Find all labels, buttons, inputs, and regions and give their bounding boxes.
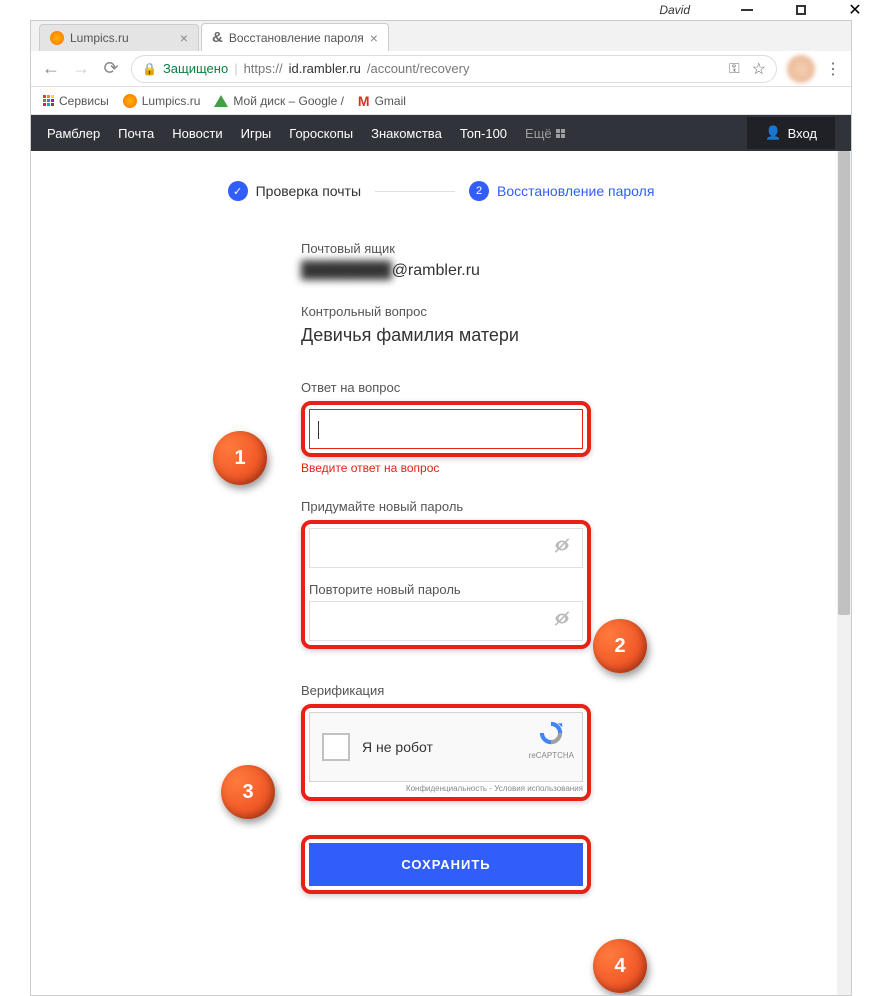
user-icon: 👤: [765, 125, 781, 141]
bookmark-star-icon[interactable]: [752, 59, 766, 79]
answer-error: Введите ответ на вопрос: [301, 461, 591, 475]
back-button[interactable]: ←: [41, 58, 61, 79]
forward-button[interactable]: →: [71, 58, 91, 79]
new-password-input[interactable]: [309, 528, 583, 568]
text-cursor: [318, 421, 319, 439]
lock-icon: 🔒: [142, 62, 157, 76]
login-button[interactable]: 👤 Вход: [747, 117, 835, 149]
url-protocol: https://: [244, 61, 283, 76]
tab-strip: Lumpics.ru × & Восстановление пароля ×: [31, 21, 851, 51]
step-number-icon: 2: [469, 181, 489, 201]
rambler-favicon-icon: &: [212, 29, 223, 46]
captcha-footer: Конфиденциальность - Условия использован…: [309, 784, 583, 793]
browser-menu-button[interactable]: ⋮: [825, 59, 841, 79]
url-bar: ← → ⟳ 🔒 Защищено | https://id.rambler.ru…: [31, 51, 851, 87]
annotation-marker-4: 4: [593, 939, 647, 993]
apps-grid-icon: [43, 95, 54, 106]
key-icon[interactable]: [729, 60, 740, 77]
step-divider: [375, 191, 455, 192]
bookmark-label: Сервисы: [59, 94, 109, 108]
more-grid-icon: [556, 129, 565, 138]
nav-dating[interactable]: Знакомства: [371, 126, 442, 141]
bookmark-drive[interactable]: Мой диск – Google /: [214, 94, 344, 108]
question-label: Контрольный вопрос: [301, 304, 591, 319]
tab-close-icon[interactable]: ×: [370, 30, 378, 46]
bookmarks-bar: Сервисы Lumpics.ru Мой диск – Google / M…: [31, 87, 851, 115]
window-user: David: [659, 3, 690, 17]
eye-off-icon[interactable]: [552, 536, 572, 561]
window-minimize-button[interactable]: [740, 3, 754, 17]
mailbox-label: Почтовый ящик: [301, 241, 591, 256]
nav-games[interactable]: Игры: [241, 126, 272, 141]
lumpics-icon: [123, 94, 137, 108]
nav-more[interactable]: Ещё: [525, 126, 565, 141]
scrollbar-thumb[interactable]: [838, 151, 850, 615]
window-titlebar: David ✕: [0, 0, 882, 20]
reload-button[interactable]: ⟳: [101, 58, 121, 79]
answer-label: Ответ на вопрос: [301, 380, 591, 395]
lumpics-favicon-icon: [50, 31, 64, 45]
tab-title: Восстановление пароля: [229, 31, 364, 45]
profile-avatar[interactable]: [787, 55, 815, 83]
highlight-box-1: [301, 401, 591, 457]
progress-steps: ✓ Проверка почты 2 Восстановление пароля: [31, 181, 851, 201]
secure-label: Защищено: [163, 61, 228, 76]
question-value: Девичья фамилия матери: [301, 325, 591, 346]
nav-mail[interactable]: Почта: [118, 126, 154, 141]
answer-input[interactable]: [309, 409, 583, 449]
url-host: id.rambler.ru: [289, 61, 361, 76]
step-1: ✓ Проверка почты: [228, 181, 361, 201]
bookmark-label: Мой диск – Google /: [233, 94, 344, 108]
nav-horoscopes[interactable]: Гороскопы: [289, 126, 353, 141]
recovery-form: Почтовый ящик ████████@rambler.ru Контро…: [291, 241, 591, 894]
new-password-label: Придумайте новый пароль: [301, 499, 591, 514]
address-bar[interactable]: 🔒 Защищено | https://id.rambler.ru/accou…: [131, 55, 777, 83]
mailbox-hidden: ████████: [301, 262, 392, 280]
annotation-marker-3: 3: [221, 765, 275, 819]
highlight-box-2: Повторите новый пароль: [301, 520, 591, 649]
apps-shortcut[interactable]: Сервисы: [43, 94, 109, 108]
tab-close-icon[interactable]: ×: [180, 30, 188, 46]
step-2: 2 Восстановление пароля: [469, 181, 654, 201]
bookmark-lumpics[interactable]: Lumpics.ru: [123, 94, 201, 108]
recaptcha-icon: [537, 719, 565, 747]
gmail-icon: M: [358, 93, 370, 109]
bookmark-label: Lumpics.ru: [142, 94, 201, 108]
tab-title: Lumpics.ru: [70, 31, 129, 45]
window-maximize-button[interactable]: [794, 3, 808, 17]
highlight-box-4: СОХРАНИТЬ: [301, 835, 591, 894]
eye-off-icon[interactable]: [552, 609, 572, 634]
nav-rambler[interactable]: Рамблер: [47, 126, 100, 141]
check-icon: ✓: [228, 181, 248, 201]
drive-icon: [214, 95, 228, 107]
save-button[interactable]: СОХРАНИТЬ: [309, 843, 583, 886]
recaptcha-badge: reCAPTCHA: [529, 719, 574, 760]
site-nav: Рамблер Почта Новости Игры Гороскопы Зна…: [31, 115, 851, 151]
annotation-marker-1: 1: [213, 431, 267, 485]
repeat-password-input[interactable]: [309, 601, 583, 641]
captcha-label: Я не робот: [362, 739, 433, 755]
window-close-button[interactable]: ✕: [848, 3, 862, 17]
verification-label: Верификация: [301, 683, 591, 698]
bookmark-label: Gmail: [375, 94, 406, 108]
tab-recovery[interactable]: & Восстановление пароля ×: [201, 23, 389, 51]
recaptcha-widget: Я не робот reCAPTCHA: [309, 712, 583, 782]
bookmark-gmail[interactable]: M Gmail: [358, 93, 406, 109]
tab-lumpics[interactable]: Lumpics.ru ×: [39, 24, 199, 51]
repeat-password-label: Повторите новый пароль: [309, 582, 583, 597]
highlight-box-3: Я не робот reCAPTCHA Конфиденциальность …: [301, 704, 591, 801]
nav-news[interactable]: Новости: [172, 126, 222, 141]
browser-window: Lumpics.ru × & Восстановление пароля × ←…: [30, 20, 852, 996]
nav-top100[interactable]: Топ-100: [460, 126, 507, 141]
mailbox-value: ████████@rambler.ru: [301, 262, 591, 280]
captcha-checkbox[interactable]: [322, 733, 350, 761]
annotation-marker-2: 2: [593, 619, 647, 673]
scrollbar[interactable]: [837, 151, 851, 995]
page-content: ✓ Проверка почты 2 Восстановление пароля…: [31, 151, 851, 995]
url-path: /account/recovery: [367, 61, 470, 76]
